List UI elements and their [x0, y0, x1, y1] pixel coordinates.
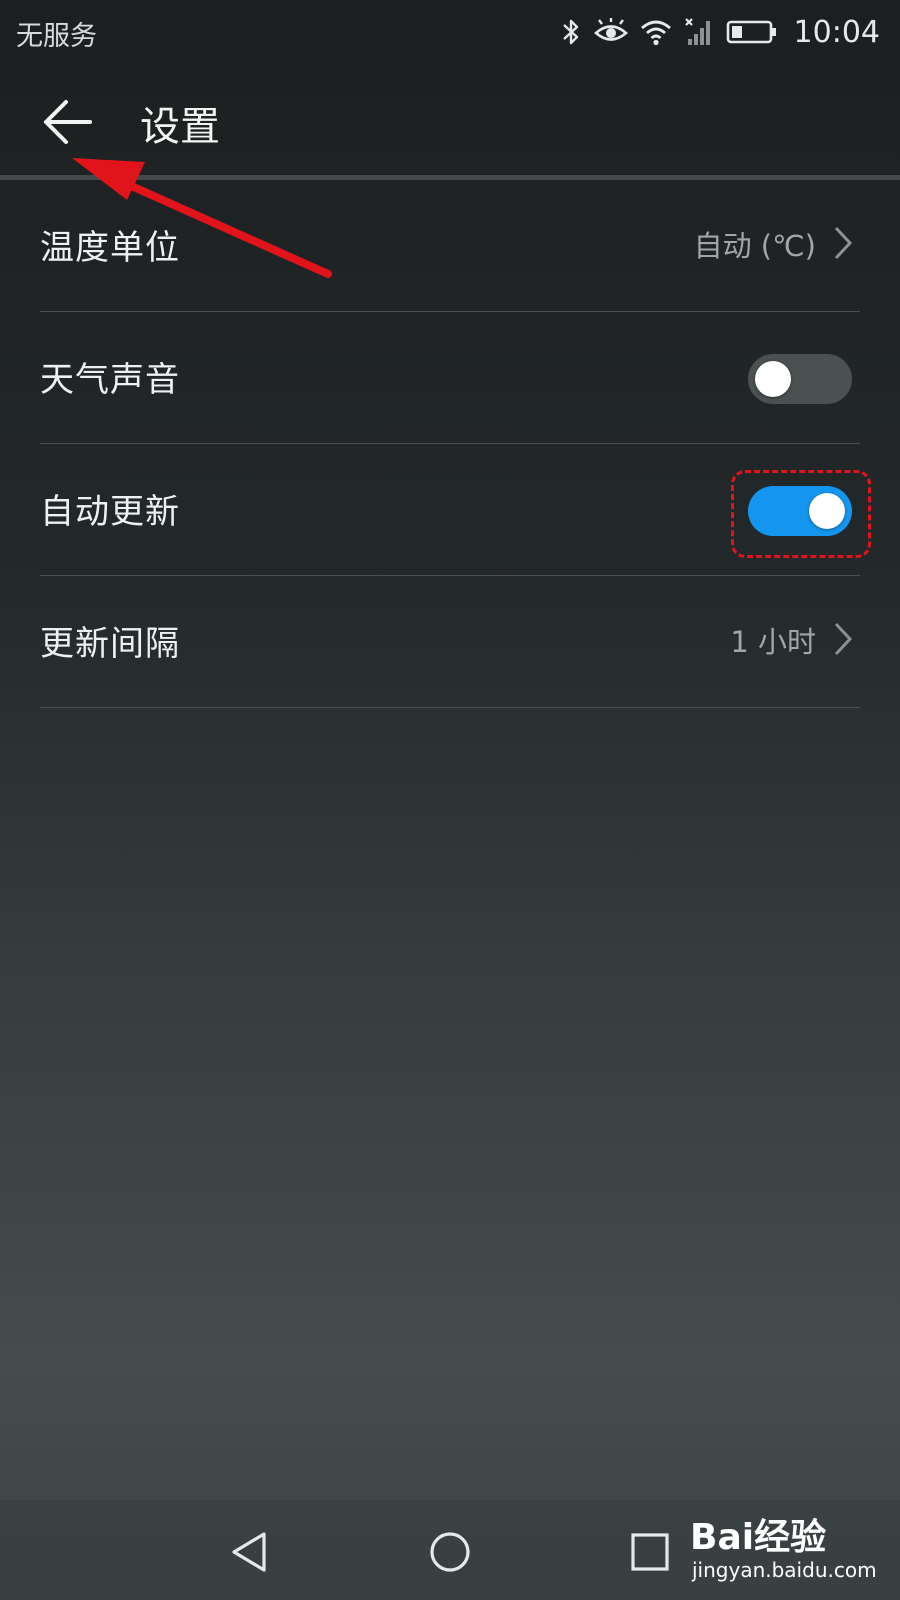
clock: 10:04	[793, 14, 880, 50]
back-triangle-icon	[232, 1532, 266, 1572]
setting-update-interval[interactable]: 更新间隔 1 小时	[40, 576, 860, 708]
nav-home-button[interactable]	[422, 1524, 478, 1580]
home-circle-icon	[430, 1532, 470, 1572]
settings-list: 温度单位 自动 (℃) 天气声音 自动更新 更新间隔 1 小时	[40, 180, 860, 708]
nav-recents-button[interactable]	[622, 1524, 678, 1580]
bluetooth-icon	[562, 19, 578, 45]
back-arrow-icon	[44, 100, 92, 144]
status-icons: 10:04	[560, 10, 880, 54]
baidu-jingyan-watermark: Bai经验 jingyan.baidu.com	[690, 1508, 890, 1588]
setting-label: 温度单位	[40, 228, 180, 268]
status-bar: 无服务 10:04	[0, 0, 900, 64]
eye-comfort-icon	[593, 18, 628, 41]
setting-auto-update[interactable]: 自动更新	[40, 444, 860, 576]
toggle-knob	[755, 361, 791, 397]
chevron-right-icon	[834, 226, 853, 260]
auto-update-toggle[interactable]	[748, 486, 852, 536]
setting-label: 更新间隔	[40, 624, 180, 664]
watermark-url: jingyan.baidu.com	[692, 1558, 877, 1582]
weather-sound-toggle[interactable]	[748, 354, 852, 404]
no-signal-icon	[684, 18, 710, 45]
back-button[interactable]	[30, 84, 106, 160]
wifi-icon	[640, 20, 671, 46]
setting-label: 自动更新	[40, 492, 180, 532]
setting-value: 1 小时	[730, 625, 816, 659]
setting-label: 天气声音	[40, 360, 180, 400]
watermark-logo: Bai经验	[690, 1517, 827, 1558]
recents-square-icon	[631, 1533, 669, 1571]
setting-weather-sound[interactable]: 天气声音	[40, 312, 860, 444]
toggle-knob	[809, 493, 845, 529]
carrier-text: 无服务	[16, 21, 97, 52]
setting-temperature-unit[interactable]: 温度单位 自动 (℃)	[40, 180, 860, 312]
nav-back-button[interactable]	[222, 1524, 278, 1580]
page-title: 设置	[140, 104, 220, 150]
app-bar: 设置	[0, 64, 900, 178]
battery-icon	[726, 20, 776, 44]
chevron-right-icon	[834, 622, 853, 656]
setting-value: 自动 (℃)	[693, 229, 816, 263]
